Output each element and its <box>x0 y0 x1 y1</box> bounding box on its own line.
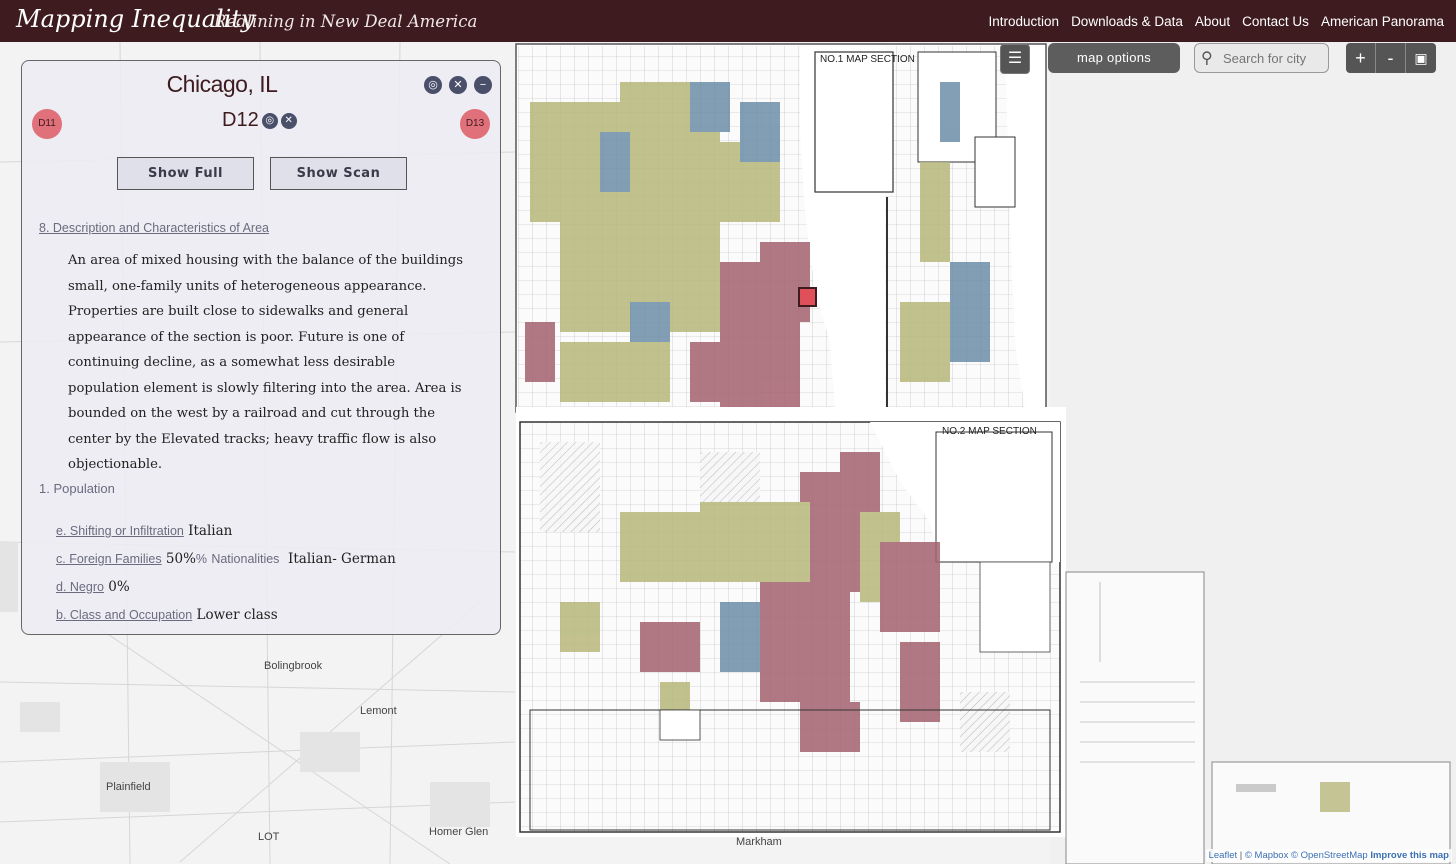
foreign-value: 50% <box>165 551 196 567</box>
top-bar: Mapping Inequality Redlining in New Deal… <box>0 0 1456 42</box>
shifting-value: Italian <box>188 523 233 539</box>
section-title-link[interactable]: 8. Description and Characteristics of Ar… <box>39 221 269 235</box>
scan-sheet-3 <box>1065 571 1205 864</box>
show-scan-button[interactable]: Show Scan <box>270 157 407 190</box>
place-lemont: Lemont <box>360 705 397 717</box>
zoom-in-button[interactable]: + <box>1346 43 1376 73</box>
map-options-button[interactable]: map options <box>1048 43 1180 73</box>
site-tagline: Redlining in New Deal America <box>214 12 478 31</box>
clear-area-icon[interactable]: ✕ <box>280 112 297 129</box>
zoom-controls: + - ▣ <box>1346 43 1436 73</box>
locate-area-icon[interactable]: ◎ <box>261 112 278 129</box>
main-nav: Introduction Downloads & Data About Cont… <box>977 14 1444 29</box>
area-id: D12 <box>222 109 259 131</box>
foreign-label[interactable]: c. Foreign Families <box>56 552 162 566</box>
city-title: Chicago, IL <box>166 71 278 97</box>
area-id-row: D12 ◎ ✕ <box>222 109 297 132</box>
highlighted-area-d12 <box>798 287 817 307</box>
attribution-separator: | <box>1239 850 1243 861</box>
negro-value: 0% <box>108 579 130 595</box>
nav-introduction[interactable]: Introduction <box>989 14 1060 29</box>
search-icon: ⚲ <box>1201 50 1213 67</box>
improve-map-link[interactable]: Improve this map <box>1370 850 1449 861</box>
scan-sheet-1 <box>515 43 1047 413</box>
map-icon[interactable]: ▣ <box>1406 43 1436 73</box>
map-attribution: Leaflet | © Mapbox © OpenStreetMap Impro… <box>1205 849 1452 862</box>
locate-icon[interactable]: ◎ <box>424 76 442 94</box>
place-markham: Markham <box>736 836 782 848</box>
close-icon[interactable]: ✕ <box>449 76 467 94</box>
class-label[interactable]: b. Class and Occupation <box>56 608 192 622</box>
row-foreign: c. Foreign Families 50%% Nationalities I… <box>56 551 396 567</box>
leaflet-link[interactable]: Leaflet <box>1209 850 1238 861</box>
place-homer-glen: Homer Glen <box>429 826 489 838</box>
sheet-2-title: NO.2 MAP SECTION <box>942 426 1037 437</box>
next-area-button[interactable]: D13 <box>460 109 490 139</box>
scan-sheet-2 <box>516 407 1066 837</box>
place-bolingbrook: Bolingbrook <box>264 660 323 672</box>
search-input[interactable] <box>1223 49 1323 67</box>
nav-about[interactable]: About <box>1195 14 1230 29</box>
show-full-button[interactable]: Show Full <box>117 157 254 190</box>
area-description: An area of mixed housing with the balanc… <box>68 253 463 472</box>
city-search[interactable]: ⚲ <box>1194 43 1329 73</box>
row-negro: d. Negro 0% <box>56 579 130 595</box>
nationalities-label: Nationalities <box>211 552 280 566</box>
row-class: b. Class and Occupation Lower class <box>56 607 278 623</box>
mapbox-link[interactable]: © Mapbox <box>1245 850 1288 861</box>
nav-contact[interactable]: Contact Us <box>1242 14 1309 29</box>
layers-icon: ☰ <box>1007 50 1023 67</box>
population-heading: 1. Population <box>39 481 115 496</box>
area-info-panel: Chicago, IL ◎ ✕ − D11 D13 D12 ◎ ✕ Show F… <box>21 60 501 635</box>
class-value: Lower class <box>196 607 278 623</box>
nav-downloads[interactable]: Downloads & Data <box>1071 14 1183 29</box>
place-plainfield: Plainfield <box>106 781 151 793</box>
zoom-out-button[interactable]: - <box>1376 43 1406 73</box>
place-lot: LOT <box>258 831 280 843</box>
row-shifting: e. Shifting or Infiltration Italian <box>56 523 232 539</box>
negro-label[interactable]: d. Negro <box>56 580 104 594</box>
nationalities-value: Italian- German <box>288 551 396 567</box>
layers-button[interactable]: ☰ <box>1000 44 1030 74</box>
osm-link[interactable]: © OpenStreetMap <box>1291 850 1368 861</box>
minimize-icon[interactable]: − <box>474 76 492 94</box>
panel-controls: ◎ ✕ − <box>424 76 492 94</box>
shifting-label[interactable]: e. Shifting or Infiltration <box>56 524 184 538</box>
nav-american-panorama[interactable]: American Panorama <box>1321 14 1444 29</box>
sheet-1-title: NO.1 MAP SECTION <box>820 54 915 65</box>
prev-area-button[interactable]: D11 <box>32 109 62 139</box>
foreign-pct: % <box>195 552 208 566</box>
